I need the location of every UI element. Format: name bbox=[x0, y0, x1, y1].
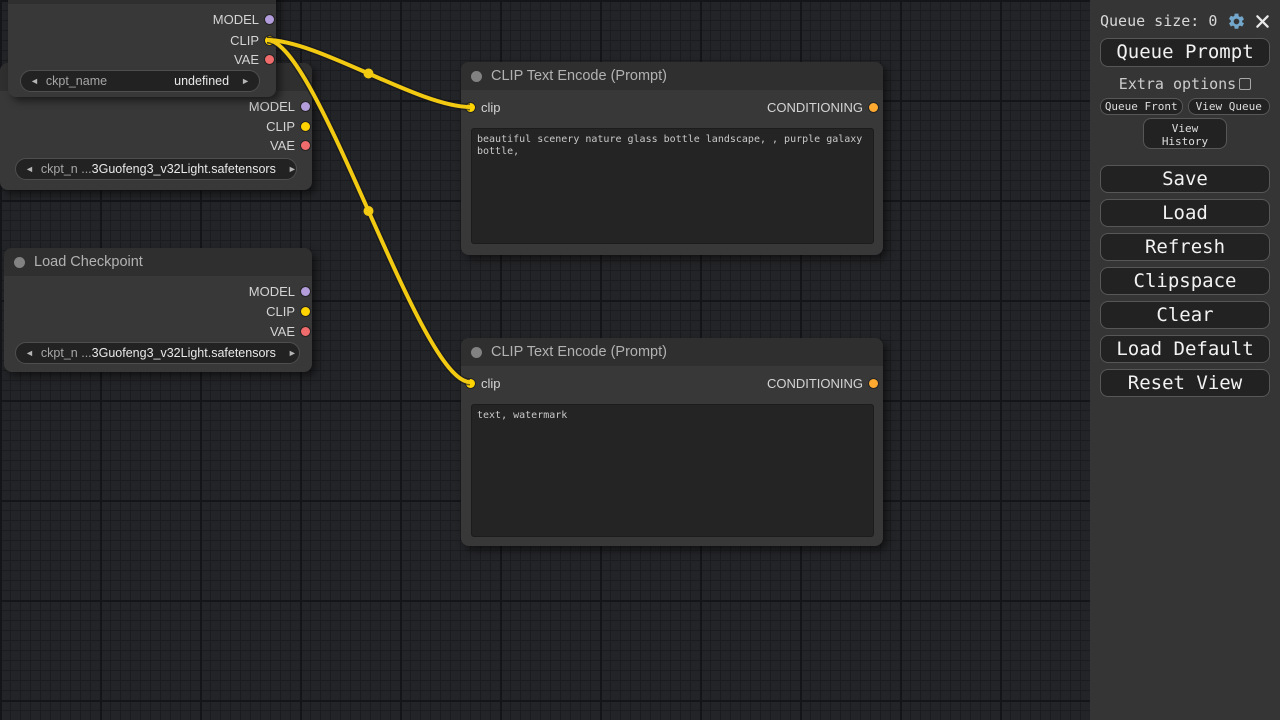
collapse-dot-icon[interactable] bbox=[471, 71, 482, 82]
vae-slot-icon[interactable] bbox=[301, 141, 310, 150]
node-title-label: CLIP Text Encode (Prompt) bbox=[491, 68, 667, 84]
slot-label: CONDITIONING bbox=[767, 376, 863, 391]
clip-slot-icon[interactable] bbox=[301, 122, 310, 131]
node-clip-text-encode-negative[interactable]: CLIP Text Encode (Prompt) clip CONDITION… bbox=[461, 338, 883, 546]
slot-label: clip bbox=[481, 100, 501, 115]
node-load-checkpoint[interactable]: Load Checkpoint MODEL CLIP VAE ◄ ckpt_n … bbox=[4, 248, 312, 372]
combo-label: ckpt_n ... bbox=[41, 346, 92, 360]
combo-value: 3Guofeng3_v32Light.safetensors bbox=[92, 162, 276, 176]
combo-prev-icon[interactable]: ◄ bbox=[25, 164, 34, 174]
combo-label: ckpt_name bbox=[46, 74, 107, 88]
queue-front-button[interactable]: Queue Front bbox=[1100, 98, 1183, 115]
conditioning-slot-icon[interactable] bbox=[869, 103, 878, 112]
close-icon[interactable] bbox=[1255, 14, 1270, 29]
output-slot-conditioning[interactable]: CONDITIONING bbox=[767, 373, 878, 393]
input-slot-clip[interactable]: clip bbox=[466, 97, 501, 117]
view-queue-button[interactable]: View Queue bbox=[1188, 98, 1271, 115]
slot-label: MODEL bbox=[249, 99, 295, 114]
model-slot-icon[interactable] bbox=[265, 15, 274, 24]
reset-view-button[interactable]: Reset View bbox=[1100, 369, 1270, 397]
slot-label: MODEL bbox=[249, 284, 295, 299]
output-slot-clip[interactable]: CLIP bbox=[266, 301, 310, 321]
node-graph-canvas[interactable]: MODEL CLIP VAE ◄ ckpt_n ... 3Guofeng3_v3… bbox=[0, 0, 1090, 720]
ckpt-name-combo[interactable]: ◄ ckpt_name undefined ► bbox=[20, 70, 260, 92]
output-slot-clip[interactable]: CLIP bbox=[266, 116, 310, 136]
conditioning-slot-icon[interactable] bbox=[869, 379, 878, 388]
output-slot-clip[interactable]: CLIP bbox=[230, 30, 274, 50]
settings-gear-icon[interactable] bbox=[1227, 12, 1246, 31]
output-slot-vae[interactable]: VAE bbox=[270, 321, 310, 341]
comfy-menu-panel: Queue size: 0 Queue Prompt Extra options… bbox=[1090, 0, 1280, 720]
vae-slot-icon[interactable] bbox=[301, 327, 310, 336]
collapse-dot-icon[interactable] bbox=[14, 257, 25, 268]
slot-label: VAE bbox=[270, 324, 295, 339]
node-title-bar[interactable]: Load Checkpoint bbox=[4, 248, 312, 276]
combo-label: ckpt_n ... bbox=[41, 162, 92, 176]
extra-options-checkbox[interactable] bbox=[1239, 78, 1251, 90]
slot-label: MODEL bbox=[213, 12, 259, 27]
output-slot-model[interactable]: MODEL bbox=[249, 96, 310, 116]
slot-label: CLIP bbox=[266, 119, 295, 134]
combo-value: 3Guofeng3_v32Light.safetensors bbox=[92, 346, 276, 360]
queue-prompt-button[interactable]: Queue Prompt bbox=[1100, 38, 1270, 67]
ckpt-name-combo[interactable]: ◄ ckpt_n ... 3Guofeng3_v32Light.safetens… bbox=[15, 342, 300, 364]
node-title-bar[interactable]: CLIP Text Encode (Prompt) bbox=[461, 338, 883, 366]
slot-label: CLIP bbox=[266, 304, 295, 319]
wire-midpoint-dot[interactable] bbox=[364, 69, 374, 79]
clip-slot-icon[interactable] bbox=[265, 36, 274, 45]
output-slot-vae[interactable]: VAE bbox=[270, 135, 310, 155]
refresh-button[interactable]: Refresh bbox=[1100, 233, 1270, 261]
clip-slot-icon[interactable] bbox=[301, 307, 310, 316]
prompt-text-area[interactable]: beautiful scenery nature glass bottle la… bbox=[471, 128, 874, 244]
node-title-bar[interactable]: CLIP Text Encode (Prompt) bbox=[461, 62, 883, 90]
combo-next-icon[interactable]: ► bbox=[241, 76, 250, 86]
save-button[interactable]: Save bbox=[1100, 165, 1270, 193]
combo-next-icon[interactable]: ► bbox=[288, 348, 297, 358]
vae-slot-icon[interactable] bbox=[265, 55, 274, 64]
wire-midpoint-dot[interactable] bbox=[364, 206, 374, 216]
prompt-text-area[interactable]: text, watermark bbox=[471, 404, 874, 537]
output-slot-conditioning[interactable]: CONDITIONING bbox=[767, 97, 878, 117]
output-slot-model[interactable]: MODEL bbox=[213, 9, 274, 29]
load-default-button[interactable]: Load Default bbox=[1100, 335, 1270, 363]
output-slot-model[interactable]: MODEL bbox=[249, 281, 310, 301]
ckpt-name-combo[interactable]: ◄ ckpt_n ... 3Guofeng3_v32Light.safetens… bbox=[15, 158, 297, 180]
combo-prev-icon[interactable]: ◄ bbox=[30, 76, 39, 86]
view-history-line2: History bbox=[1162, 135, 1208, 148]
slot-label: VAE bbox=[234, 52, 259, 67]
combo-next-icon[interactable]: ► bbox=[288, 164, 297, 174]
slot-label: VAE bbox=[270, 138, 295, 153]
load-button[interactable]: Load bbox=[1100, 199, 1270, 227]
clip-slot-icon[interactable] bbox=[466, 379, 475, 388]
extra-options-label: Extra options bbox=[1119, 75, 1236, 93]
slot-label: CONDITIONING bbox=[767, 100, 863, 115]
clip-slot-icon[interactable] bbox=[466, 103, 475, 112]
view-history-button[interactable]: View History bbox=[1143, 118, 1227, 149]
collapse-dot-icon[interactable] bbox=[471, 347, 482, 358]
slot-label: clip bbox=[481, 376, 501, 391]
output-slot-vae[interactable]: VAE bbox=[234, 49, 274, 69]
node-title-label: CLIP Text Encode (Prompt) bbox=[491, 344, 667, 360]
combo-prev-icon[interactable]: ◄ bbox=[25, 348, 34, 358]
clear-button[interactable]: Clear bbox=[1100, 301, 1270, 329]
view-history-line1: View bbox=[1172, 122, 1199, 135]
node-load-checkpoint-top-partial[interactable]: MODEL CLIP VAE ◄ ckpt_name undefined ► bbox=[8, 0, 276, 97]
model-slot-icon[interactable] bbox=[301, 102, 310, 111]
combo-value: undefined bbox=[174, 74, 229, 88]
node-clip-text-encode-positive[interactable]: CLIP Text Encode (Prompt) clip CONDITION… bbox=[461, 62, 883, 255]
model-slot-icon[interactable] bbox=[301, 287, 310, 296]
queue-size-label: Queue size: 0 bbox=[1100, 12, 1227, 30]
node-title-label: Load Checkpoint bbox=[34, 254, 143, 270]
slot-label: CLIP bbox=[230, 33, 259, 48]
clipspace-button[interactable]: Clipspace bbox=[1100, 267, 1270, 295]
input-slot-clip[interactable]: clip bbox=[466, 373, 501, 393]
node-title-bar[interactable] bbox=[8, 0, 276, 4]
